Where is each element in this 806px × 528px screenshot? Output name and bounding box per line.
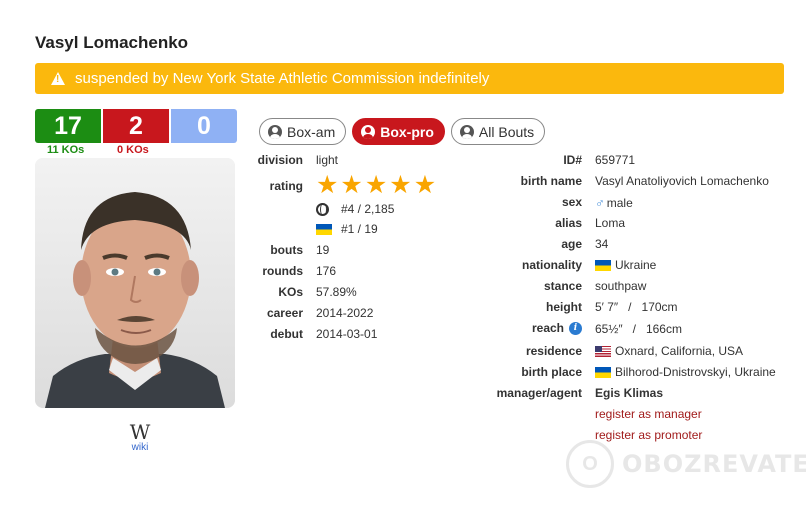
rounds-value: 176 — [316, 264, 337, 278]
residence-text: Oxnard, California, USA — [615, 344, 744, 358]
watermark-logo: O — [566, 440, 614, 488]
country-rank-value: #1 / 19 — [341, 222, 378, 236]
sex-text: male — [606, 195, 633, 210]
reach-value: 65½″ / 166cm — [595, 322, 682, 336]
reach-label: reach i — [532, 321, 582, 335]
user-icon — [361, 124, 376, 139]
nationality-value: Ukraine — [595, 258, 656, 272]
info-icon[interactable]: i — [569, 321, 582, 335]
star-icon: ★ — [364, 171, 388, 199]
male-icon: ♂ — [595, 195, 605, 210]
wikipedia-icon: W — [129, 420, 151, 444]
tab-all-bouts[interactable]: All Bouts — [450, 118, 546, 145]
alias-value: Loma — [595, 216, 626, 230]
world-rank-value: #4 / 2,185 — [341, 202, 395, 216]
user-icon — [459, 124, 474, 139]
id-label: ID# — [563, 153, 582, 167]
birth-place-text: Bilhorod-Dnistrovskyi, Ukraine — [615, 365, 776, 379]
age-value: 34 — [595, 237, 609, 251]
world-rank[interactable]: #4 / 2,185 — [316, 202, 394, 216]
residence-value[interactable]: Oxnard, California, USA — [595, 344, 743, 358]
alert-text: suspended by New York State Athletic Com… — [75, 70, 490, 87]
suspension-alert: suspended by New York State Athletic Com… — [35, 63, 784, 94]
tab-label: Box-am — [287, 123, 336, 140]
manager-value[interactable]: Egis Klimas — [595, 386, 663, 400]
nationality-label: nationality — [521, 258, 582, 272]
stance-label: stance — [543, 279, 582, 293]
boxer-name: Vasyl Lomachenko — [35, 33, 189, 52]
wins-kos: 11 KOs — [47, 144, 85, 156]
kos-label: KOs — [278, 285, 303, 299]
losses-count: 2 — [103, 109, 169, 143]
ukraine-flag-icon — [316, 223, 332, 235]
career-label: career — [266, 306, 303, 320]
ukraine-flag-icon — [595, 259, 611, 271]
losses-kos: 0 KOs — [117, 144, 149, 156]
record-tabs: Box-am Box-pro All Bouts — [259, 118, 546, 145]
kos-value: 57.89% — [316, 285, 357, 299]
wins-count: 17 — [35, 109, 101, 143]
birth-place-label: birth place — [521, 365, 582, 379]
star-icon: ★ — [389, 171, 412, 199]
age-label: age — [561, 237, 582, 251]
usa-flag-icon — [595, 345, 611, 357]
debut-label: debut — [270, 327, 303, 341]
bouts-label: bouts — [270, 243, 303, 257]
watermark: O OBOZREVATEL — [566, 440, 806, 488]
sex-label: sex — [561, 195, 582, 209]
record-summary: 17 2 0 — [35, 109, 237, 143]
height-value: 5′ 7″ / 170cm — [595, 300, 678, 314]
globe-icon — [316, 202, 329, 216]
stance-value: southpaw — [595, 279, 647, 293]
tab-box-am[interactable]: Box-am — [259, 118, 347, 145]
career-value: 2014-2022 — [316, 306, 374, 320]
division-label: division — [257, 153, 303, 167]
country-rank[interactable]: #1 / 19 — [316, 222, 378, 236]
reach-label-text: reach — [531, 321, 564, 335]
warning-icon — [51, 72, 65, 85]
manager-label: manager/agent — [496, 386, 582, 400]
tab-box-pro[interactable]: Box-pro — [352, 118, 445, 145]
rating-label: rating — [269, 179, 303, 193]
id-value: 659771 — [595, 153, 636, 167]
tab-label: Box-pro — [380, 123, 434, 140]
bouts-value: 19 — [316, 243, 330, 257]
birth-name-label: birth name — [520, 174, 582, 188]
birth-name-value: Vasyl Anatoliyovich Lomachenko — [595, 174, 769, 188]
sex-value: ♂ male — [595, 195, 633, 210]
rating-stars: ★ ★ ★ ★ ★ — [316, 173, 436, 198]
star-icon: ★ — [340, 171, 363, 199]
residence-label: residence — [525, 344, 582, 358]
nationality-text: Ukraine — [615, 258, 657, 272]
height-label: height — [546, 300, 582, 314]
debut-value: 2014-03-01 — [316, 327, 378, 341]
draws-count: 0 — [171, 109, 237, 143]
user-icon — [268, 124, 282, 139]
ukraine-flag-icon — [595, 366, 611, 378]
alias-label: alias — [555, 216, 582, 230]
star-icon: ★ — [316, 171, 339, 199]
division-value[interactable]: light — [316, 153, 338, 167]
watermark-text: OBOZREVATEL — [622, 450, 806, 478]
wiki-link[interactable]: W wiki — [127, 422, 153, 453]
boxer-photo — [35, 158, 235, 408]
register-manager-link[interactable]: register as manager — [595, 407, 702, 421]
tab-label: All Bouts — [478, 123, 535, 140]
star-icon: ★ — [413, 171, 437, 199]
birth-place-value[interactable]: Bilhorod-Dnistrovskyi, Ukraine — [595, 365, 776, 379]
rounds-label: rounds — [262, 264, 303, 278]
